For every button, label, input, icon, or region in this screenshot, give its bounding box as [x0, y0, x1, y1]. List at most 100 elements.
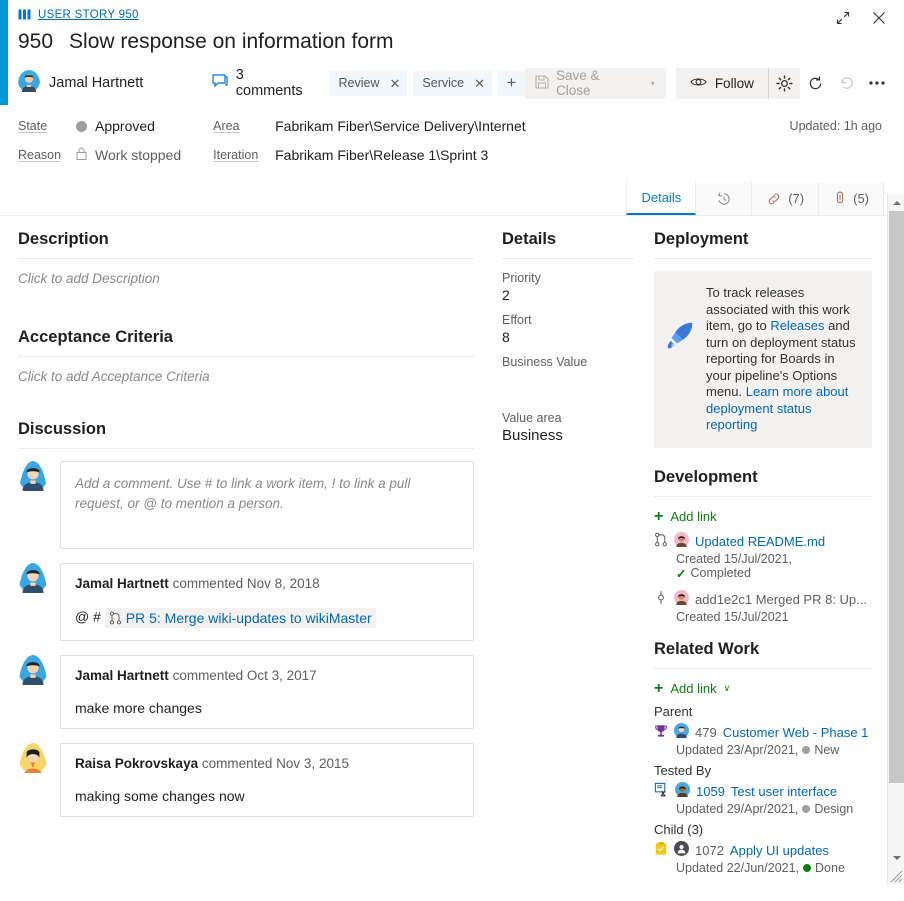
add-link-label: Add link — [670, 509, 716, 524]
tag-remove-icon[interactable]: ✕ — [390, 77, 401, 90]
related-work-title[interactable]: Apply UI updates — [730, 843, 829, 858]
tab-links[interactable]: (7) — [752, 182, 819, 215]
save-and-close-button[interactable]: Save & Close ▾ — [525, 68, 666, 99]
priority-value[interactable]: 2 — [502, 287, 634, 306]
state-dot-icon — [802, 746, 810, 754]
assignee-name: Jamal Hartnett — [49, 75, 143, 91]
more-actions-button[interactable] — [861, 68, 892, 99]
vertical-scrollbar[interactable] — [887, 194, 904, 884]
discussion-section: Discussion Add a comment. Use # to — [18, 420, 474, 817]
tab-attachments[interactable]: (5) — [819, 182, 884, 215]
reason-row: Reason Work stopped — [18, 144, 181, 166]
related-work-id[interactable]: 1072 — [695, 843, 724, 858]
chevron-down-icon[interactable]: ▾ — [639, 79, 662, 88]
resize-grip-icon[interactable] — [889, 869, 903, 883]
comment-action: commented — [173, 576, 244, 591]
comment-date: Nov 3, 2015 — [276, 756, 349, 771]
scroll-up-button[interactable] — [888, 194, 904, 211]
avatar — [675, 782, 690, 802]
scroll-down-button[interactable] — [888, 849, 904, 866]
description-placeholder[interactable]: Click to add Description — [18, 271, 474, 286]
breadcrumb-link[interactable]: USER STORY 950 — [38, 9, 139, 21]
value-area-value[interactable]: Business — [502, 427, 634, 446]
development-add-link-button[interactable]: + Add link — [654, 509, 872, 525]
development-link-title[interactable]: Updated README.md — [695, 534, 825, 549]
work-item-toolbar: Jamal Hartnett 3 comments Review ✕ Serv — [18, 65, 904, 101]
pull-request-link[interactable]: PR 5: Merge wiki-updates to wikiMaster — [126, 610, 372, 626]
divider — [654, 258, 872, 259]
toolbar-actions: Save & Close ▾ Follow — [525, 68, 892, 99]
business-value-value[interactable] — [502, 371, 634, 390]
related-work-state: New — [814, 743, 839, 757]
comment-action: commented — [202, 756, 273, 771]
undo-button[interactable] — [831, 68, 862, 99]
comment-item: Jamal Hartnett commented Oct 3, 2017 mak… — [18, 655, 474, 729]
avatar — [18, 70, 40, 97]
follow-button[interactable]: Follow — [676, 68, 768, 99]
scrollbar-thumb[interactable] — [889, 211, 904, 783]
related-work-title[interactable]: Customer Web - Phase 1 — [723, 725, 869, 740]
tab-details[interactable]: Details — [626, 181, 696, 215]
breadcrumb: USER STORY 950 — [18, 0, 904, 22]
comment-header: Raisa Pokrovskaya commented Nov 3, 2015 — [75, 756, 459, 771]
refresh-button[interactable] — [800, 68, 831, 99]
tab-links-count: (7) — [788, 191, 804, 206]
related-work-id[interactable]: 1059 — [696, 784, 725, 799]
work-item-title[interactable]: Slow response on information form — [69, 30, 394, 54]
plus-icon: + — [654, 509, 663, 525]
tag-review[interactable]: Review ✕ — [330, 71, 408, 96]
related-work-id[interactable]: 479 — [695, 725, 717, 740]
related-work-title[interactable]: Test user interface — [731, 784, 837, 799]
save-and-close-label: Save & Close — [556, 68, 632, 98]
avatar — [674, 532, 689, 552]
close-button[interactable] — [864, 4, 894, 32]
pull-request-icon — [654, 532, 668, 552]
related-work-group-tested-by: Tested By — [654, 763, 872, 816]
link-subtitle: Updated 29/Apr/2021, Design — [676, 802, 872, 816]
reason-value: Work stopped — [76, 147, 181, 163]
work-item-header: USER STORY 950 950 Slow response on info… — [0, 0, 904, 101]
releases-link[interactable]: Releases — [770, 318, 824, 333]
acceptance-criteria-placeholder[interactable]: Click to add Acceptance Criteria — [18, 369, 474, 384]
deployment-empty-card: To track releases associated with this w… — [654, 271, 872, 448]
tab-history[interactable] — [696, 182, 752, 215]
expand-button[interactable] — [828, 4, 858, 32]
chevron-down-icon[interactable]: ∨ — [724, 683, 731, 694]
divider — [18, 356, 474, 357]
comment-body[interactable]: Raisa Pokrovskaya commented Nov 3, 2015 … — [60, 743, 474, 817]
new-comment-input[interactable]: Add a comment. Use # to link a work item… — [60, 461, 474, 549]
comments-button[interactable]: 3 comments — [212, 67, 312, 99]
related-work-add-link-button[interactable]: + Add link ∨ — [654, 681, 872, 697]
tag-service[interactable]: Service ✕ — [413, 71, 492, 96]
related-work-section: Related Work + Add link ∨ Parent — [654, 640, 872, 875]
assigned-to[interactable]: Jamal Hartnett — [18, 70, 212, 97]
state-value[interactable]: Approved — [76, 118, 155, 134]
comment-text-prefix: @ # — [75, 609, 101, 625]
state-row: State Approved — [18, 115, 181, 137]
classification-fields: Area Fabrikam Fiber\Service Delivery\Int… — [213, 115, 526, 166]
undo-icon — [838, 75, 855, 92]
settings-button[interactable] — [768, 68, 801, 99]
development-link-title[interactable]: add1e2c1 Merged PR 8: Up... — [695, 592, 867, 607]
refresh-icon — [807, 75, 824, 92]
avatar — [674, 841, 689, 861]
related-group-label: Child (3) — [654, 822, 872, 837]
follow-label: Follow — [715, 76, 754, 91]
add-tag-button[interactable]: + — [498, 71, 525, 96]
iteration-value[interactable]: Fabrikam Fiber\Release 1\Sprint 3 — [275, 147, 488, 163]
effort-value[interactable]: 8 — [502, 329, 634, 348]
area-value[interactable]: Fabrikam Fiber\Service Delivery\Internet — [275, 118, 526, 134]
comment-body[interactable]: Jamal Hartnett commented Oct 3, 2017 mak… — [60, 655, 474, 729]
link-title-row: 479 Customer Web - Phase 1 — [654, 723, 872, 743]
comment-body[interactable]: Jamal Hartnett commented Nov 8, 2018 @ # — [60, 563, 474, 641]
comment-action: commented — [173, 668, 244, 683]
pull-request-chip[interactable]: PR 5: Merge wiki-updates to wikiMaster — [105, 608, 376, 628]
divider — [18, 258, 474, 259]
link-updated-date: Updated 29/Apr/2021, — [676, 802, 798, 816]
state-dot-icon — [803, 864, 811, 872]
test-case-icon — [654, 782, 669, 802]
tag-remove-icon[interactable]: ✕ — [474, 77, 485, 90]
deployment-title: Deployment — [654, 230, 872, 249]
link-status: ✓ Completed — [676, 566, 872, 581]
business-value-label: Business Value — [502, 355, 634, 369]
